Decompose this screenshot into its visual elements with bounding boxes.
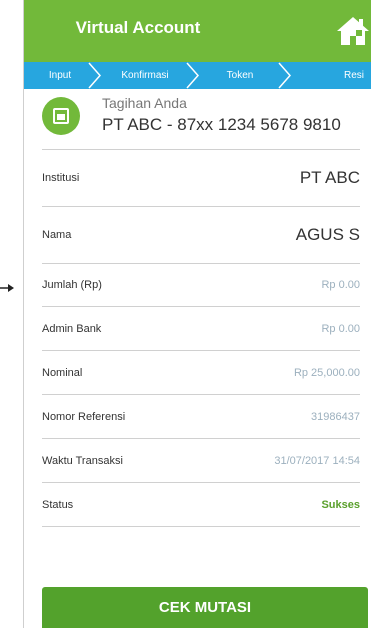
receipt-card: Tagihan Anda PT ABC - 87xx 1234 5678 981…: [34, 89, 371, 628]
step-label: Token: [226, 70, 254, 81]
step-token: Token: [194, 62, 291, 89]
row-waktu-transaksi: Waktu Transaksi 31/07/2017 14:54: [42, 439, 360, 482]
step-label: Konfirmasi: [121, 70, 169, 81]
row-admin-bank: Admin Bank Rp 0.00: [42, 307, 360, 350]
page-title: Virtual Account: [75, 18, 201, 37]
bill-summary: Tagihan Anda PT ABC - 87xx 1234 5678 981…: [34, 89, 371, 149]
row-label: Nomor Referensi: [42, 410, 126, 423]
row-label: Admin Bank: [42, 322, 102, 335]
row-nama: Nama AGUS S: [42, 207, 360, 263]
row-nominal: Nominal Rp 25,000.00: [42, 351, 360, 394]
row-value: Rp 0.00: [321, 279, 360, 291]
step-input: Input: [24, 62, 101, 89]
status-badge: Sukses: [321, 498, 360, 511]
row-label: Nama: [42, 229, 72, 241]
row-label: Waktu Transaksi: [42, 454, 123, 467]
app-header: Virtual Account: [24, 0, 371, 62]
home-icon[interactable]: [336, 14, 370, 48]
row-label: Jumlah (Rp): [42, 279, 102, 291]
row-jumlah: Jumlah (Rp) Rp 0.00: [42, 264, 360, 306]
step-label: Resi: [343, 70, 364, 81]
row-label: Nominal: [42, 366, 83, 379]
phone-screen: Virtual Account Input Konfirmasi Token R…: [23, 0, 371, 628]
cek-mutasi-button[interactable]: CEK MUTASI: [42, 587, 368, 628]
row-value: AGUS S: [295, 225, 360, 244]
bill-label: Tagihan Anda: [102, 95, 187, 111]
step-konfirmasi: Konfirmasi: [96, 62, 199, 89]
row-nomor-referensi: Nomor Referensi 31986437: [42, 395, 360, 438]
row-value: 31986437: [311, 410, 360, 423]
row-status: Status Sukses: [42, 483, 360, 526]
row-value: PT ABC: [299, 168, 360, 187]
row-institusi: Institusi PT ABC: [42, 150, 360, 206]
divider: [42, 526, 360, 527]
row-value: 31/07/2017 14:54: [274, 454, 360, 467]
row-label: Status: [42, 498, 74, 511]
pointer-arrow-icon: [0, 284, 14, 292]
progress-steps: Input Konfirmasi Token Resi: [24, 62, 371, 89]
row-label: Institusi: [42, 172, 80, 184]
receipt-icon: [42, 97, 80, 135]
row-value: Rp 0.00: [321, 322, 360, 335]
step-resi: Resi: [286, 62, 371, 89]
step-label: Input: [48, 70, 72, 81]
bill-value: PT ABC - 87xx 1234 5678 9810: [102, 115, 341, 134]
row-value: Rp 25,000.00: [293, 366, 360, 379]
